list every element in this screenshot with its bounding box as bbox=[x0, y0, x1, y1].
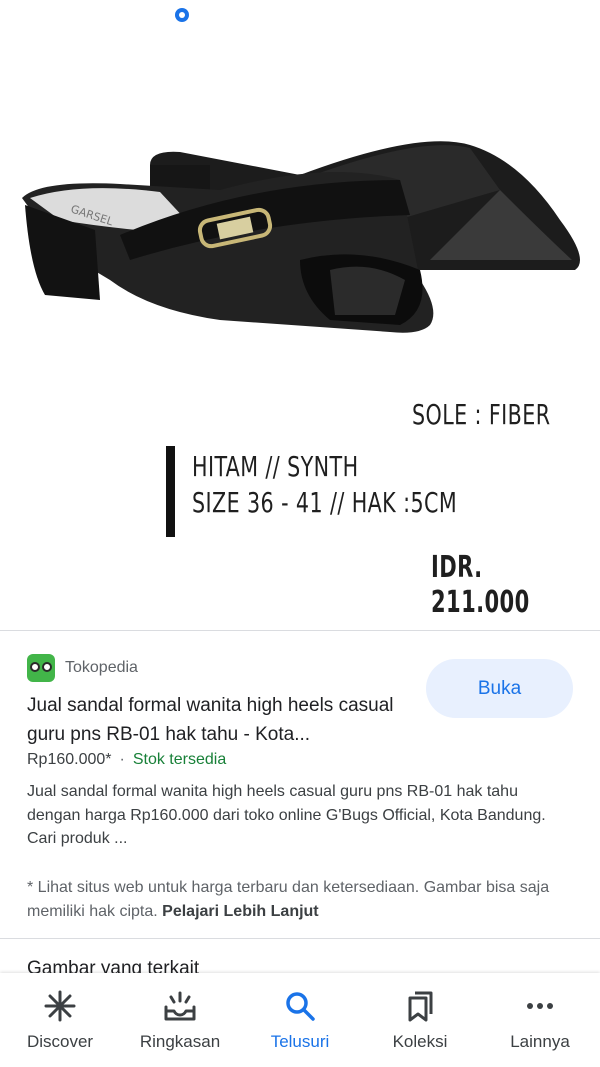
price-row: Rp160.000* · Stok tersedia bbox=[27, 751, 226, 769]
divider bbox=[0, 938, 600, 939]
price-separator: · bbox=[119, 751, 125, 768]
product-image[interactable]: GARSEL SOLE : FIBER HITAM // SYNTH SIZE … bbox=[0, 0, 600, 630]
more-horiz-icon bbox=[523, 989, 557, 1023]
sandal-image: GARSEL bbox=[22, 141, 580, 333]
result-title[interactable]: Jual sandal formal wanita high heels cas… bbox=[27, 691, 417, 749]
nav-telusuri[interactable]: Telusuri bbox=[240, 973, 360, 1067]
open-button[interactable]: Buka bbox=[426, 659, 573, 718]
bookmarks-icon bbox=[403, 989, 437, 1023]
nav-discover[interactable]: Discover bbox=[0, 973, 120, 1067]
disclaimer: * Lihat situs web untuk harga terbaru da… bbox=[27, 876, 575, 923]
search-icon bbox=[283, 989, 317, 1023]
bottom-nav: Discover Ringkasan Telusuri Koleksi Lain… bbox=[0, 973, 600, 1067]
spec-sole: SOLE : FIBER bbox=[412, 398, 551, 431]
divider bbox=[0, 630, 600, 631]
nav-label: Ringkasan bbox=[139, 1032, 221, 1051]
asterisk-icon bbox=[43, 989, 77, 1023]
source-name: Tokopedia bbox=[65, 659, 138, 676]
tokopedia-logo-icon bbox=[27, 654, 55, 682]
nav-ringkasan[interactable]: Ringkasan bbox=[120, 973, 240, 1067]
spec-color: HITAM // SYNTH bbox=[192, 450, 359, 483]
spec-size: SIZE 36 - 41 // HAK :5CM bbox=[192, 486, 458, 519]
source-row[interactable]: Tokopedia bbox=[27, 654, 138, 682]
spec-bar bbox=[166, 446, 175, 537]
related-images-heading: Gambar yang terkait bbox=[27, 958, 200, 974]
spec-price: IDR. 211.000 bbox=[431, 550, 530, 620]
image-indicator-dot bbox=[175, 8, 189, 22]
nav-label: Telusuri bbox=[270, 1032, 330, 1051]
result-price: Rp160.000* bbox=[27, 751, 112, 768]
nav-label: Discover bbox=[26, 1032, 94, 1051]
nav-label: Koleksi bbox=[392, 1032, 448, 1051]
nav-koleksi[interactable]: Koleksi bbox=[360, 973, 480, 1067]
learn-more-link[interactable]: Pelajari Lebih Lanjut bbox=[162, 903, 318, 920]
stock-status: Stok tersedia bbox=[132, 751, 227, 768]
inbox-sparkle-icon bbox=[163, 989, 197, 1023]
nav-lainnya[interactable]: Lainnya bbox=[480, 973, 600, 1067]
result-description: Jual sandal formal wanita high heels cas… bbox=[27, 783, 546, 847]
nav-label: Lainnya bbox=[510, 1032, 570, 1051]
